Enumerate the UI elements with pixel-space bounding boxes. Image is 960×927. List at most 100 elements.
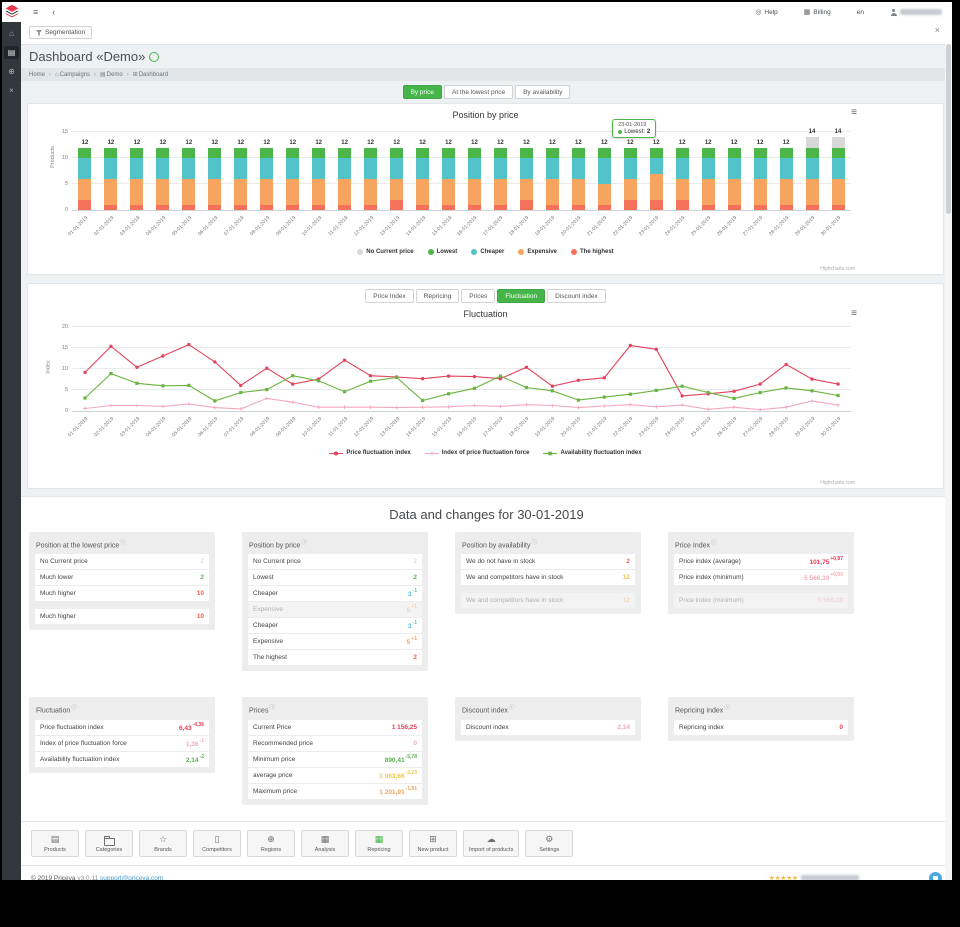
legend-item-lowest[interactable]: Lowest <box>427 249 457 255</box>
segmentation-button[interactable]: Segmentation <box>29 26 93 39</box>
legend-item-price-fluctuation-index[interactable]: Price fluctuation index <box>329 450 411 457</box>
row-label: We do not have in stock <box>466 558 536 566</box>
legend-item-availability-fluctuation-index[interactable]: Availability fluctuation index <box>543 450 642 457</box>
info-icon[interactable]: ⓘ <box>724 705 730 711</box>
legend-item-the-highest[interactable]: The highest <box>571 249 614 255</box>
bar-segment-the-highest <box>208 204 222 210</box>
info-icon[interactable]: ⓘ <box>301 540 307 546</box>
row-diff: -2 <box>199 753 204 760</box>
sidebar-item-support-icon[interactable]: ⊕ <box>4 65 19 78</box>
info-icon[interactable]: ⓘ <box>531 540 537 546</box>
review-widget[interactable]: ★★★★★ <box>764 872 863 880</box>
bar-segment-cheaper <box>545 158 559 179</box>
menu-icon[interactable]: ≡ <box>33 7 38 17</box>
legend-marker-icon <box>427 249 434 255</box>
language-selector[interactable]: en <box>857 9 864 16</box>
toolbar-button-new-product[interactable]: ⊞ New product <box>409 829 457 857</box>
table-row: Price index (minimum) 5 566,33+0,50 <box>674 570 848 587</box>
chart-context-menu-icon[interactable]: ≡ <box>851 309 857 319</box>
tab-repricing[interactable]: Repricing <box>415 289 460 303</box>
table-row: Discount index 2,14 <box>461 719 635 735</box>
table-row: Recommended price 0 <box>248 735 422 752</box>
breadcrumb-item-demo[interactable]: ▤Demo <box>100 71 123 78</box>
sidebar-item-home-icon[interactable]: ⌂ <box>4 27 19 40</box>
legend-item-expensive[interactable]: Expensive <box>518 249 557 255</box>
row-value: 5+1 <box>406 636 417 647</box>
row-value: 12 <box>622 574 630 582</box>
toolbar-button-import-of-products[interactable]: ☁ Import of products <box>463 829 520 857</box>
row-diff: -1 <box>412 620 417 627</box>
sidebar-item-close-icon[interactable]: × <box>4 84 19 97</box>
close-icon[interactable]: × <box>935 25 940 35</box>
card-price-index: Price Indexⓘ Price index (average) 101,75+… <box>668 532 854 615</box>
vertical-scrollbar[interactable] <box>945 44 952 880</box>
bar-segment-expensive <box>364 178 378 205</box>
bar-value-label: 12 <box>652 139 660 146</box>
billing-link[interactable]: ▦ Billing <box>804 8 831 17</box>
info-icon[interactable]: ⓘ <box>269 705 275 711</box>
row-value: 1,36-1 <box>185 737 204 748</box>
bar-segment-cheaper <box>312 158 326 179</box>
card-title: Discount indexⓘ <box>462 705 515 715</box>
bar-segment-cheaper <box>234 158 248 179</box>
scrollbar-thumb[interactable] <box>946 44 951 214</box>
stacked-bar <box>623 147 637 210</box>
highcharts-credit[interactable]: Highcharts.com <box>820 480 855 486</box>
tab-fluctuation[interactable]: Fluctuation <box>497 289 546 303</box>
card-title: Fluctuationⓘ <box>36 705 77 715</box>
tab-by-availability[interactable]: By availability <box>515 85 571 99</box>
toolbar-button-brands[interactable]: ☆ Brands <box>139 829 187 857</box>
bar-segment-the-highest <box>545 204 559 210</box>
breadcrumb-item-campaigns[interactable]: ⌂Campaigns <box>55 72 90 78</box>
legend-item-no-current-price[interactable]: No Current price <box>357 249 414 255</box>
toolbar-button-competitors[interactable]: ▯ Competitors <box>193 829 241 857</box>
info-icon[interactable]: ⓘ <box>71 705 77 711</box>
info-icon[interactable]: ⓘ <box>120 540 126 546</box>
row-label: No Current price <box>253 558 301 566</box>
bar-column[interactable] <box>825 132 851 210</box>
tab-at-the-lowest-price[interactable]: At the lowest price <box>443 85 514 99</box>
bar-segment-lowest <box>416 147 430 159</box>
bar-column[interactable] <box>799 132 825 210</box>
tab-prices[interactable]: Prices <box>461 289 496 303</box>
bar-segment-the-highest <box>519 199 533 210</box>
stacked-bar <box>364 147 378 210</box>
toolbar-button-categories[interactable]: Categories <box>85 829 133 857</box>
tab-price-index[interactable]: Price Index <box>365 289 414 303</box>
bar-segment-lowest <box>571 147 585 159</box>
toolbar-button-settings[interactable]: ⚙ Settings <box>525 829 574 857</box>
toolbar-button-products[interactable]: ▤ Products <box>31 829 79 857</box>
highcharts-credit[interactable]: Highcharts.com <box>820 266 855 272</box>
support-email-link[interactable]: support@priceva.com <box>100 875 163 880</box>
stacked-bar <box>260 147 274 210</box>
legend-item-index-of-price-fluctuation-force[interactable]: Index of price fluctuation force <box>424 450 529 457</box>
toolbar-button-regions[interactable]: ⊕ Regions <box>247 829 295 857</box>
stacked-bar <box>493 147 507 210</box>
row-value: 2 <box>626 558 630 566</box>
legend-item-cheaper[interactable]: Cheaper <box>471 249 504 255</box>
row-label: Cheaper <box>253 622 278 630</box>
sidebar-item-campaigns-icon[interactable]: ▤ <box>4 46 19 59</box>
language-label: en <box>856 8 864 16</box>
tab-discount-index[interactable]: Discount index <box>547 289 606 303</box>
chart-context-menu-icon[interactable]: ≡ <box>851 108 857 118</box>
help-link[interactable]: ◎ Help <box>755 8 777 17</box>
bar-segment-cheaper <box>519 158 533 179</box>
bar-value-label: 12 <box>185 139 193 146</box>
breadcrumb-item-dashboard[interactable]: ⊞Dashboard <box>133 71 168 78</box>
tab-by-price[interactable]: By price <box>402 85 442 99</box>
collapse-sidebar-icon[interactable]: ‹ <box>52 7 55 17</box>
toolbar-button-repricing[interactable]: ▦ Repricing <box>355 829 403 857</box>
user-menu[interactable] <box>890 8 942 16</box>
card-rows: Price index (average) 101,75+0,87 Price in… <box>674 554 848 609</box>
bar-segment-the-highest <box>571 204 585 210</box>
bar-segment-the-highest <box>597 204 611 210</box>
info-icon[interactable]: ⓘ <box>509 705 515 711</box>
info-icon[interactable]: ⓘ <box>711 540 717 546</box>
chat-widget-button[interactable] <box>929 871 942 880</box>
bar-value-label: 12 <box>549 139 556 146</box>
stacked-bar <box>675 147 689 210</box>
toolbar-button-analysis[interactable]: ▦ Analysis <box>301 829 349 857</box>
review-text-blurred <box>801 875 859 880</box>
breadcrumb-item-home[interactable]: Home <box>29 72 45 78</box>
